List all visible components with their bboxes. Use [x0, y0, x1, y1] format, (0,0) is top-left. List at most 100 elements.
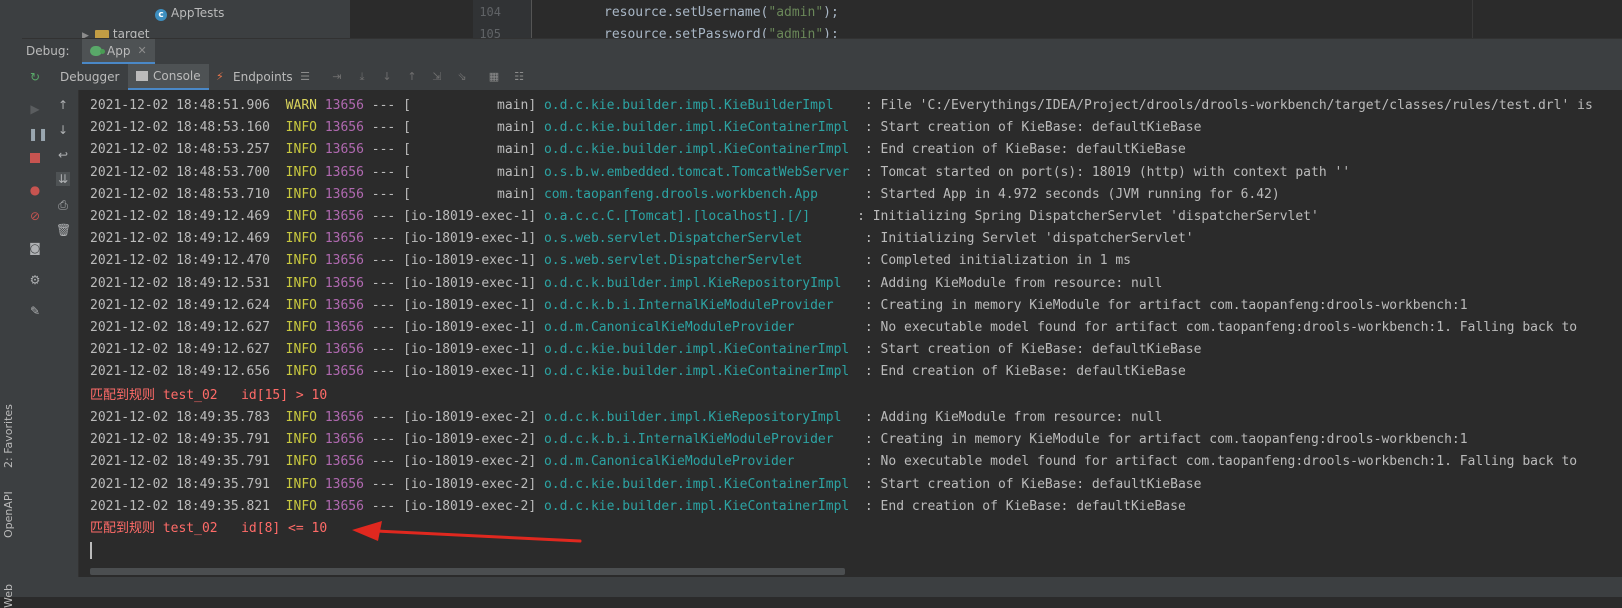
log-thread: [io-18019-exec-2]: [403, 432, 537, 448]
log-line: 2021-12-02 18:48:53.257 INFO 13656 --- […: [90, 139, 1186, 161]
log-thread: [io-18019-exec-2]: [403, 410, 537, 425]
layout-icon[interactable]: ☷: [513, 71, 525, 83]
debug-label: Debug:: [26, 44, 70, 58]
log-timestamp: 2021-12-02 18:49:35.821: [90, 498, 271, 514]
run-config-tab-label: App: [107, 43, 131, 58]
log-separator: ---: [371, 364, 396, 380]
run-config-tab-app[interactable]: App ✕: [82, 39, 155, 64]
web-tool-button[interactable]: Web: [2, 558, 20, 608]
editor-strip: c AppTests ▶ target 104 105 resource.setUs…: [0, 0, 1622, 38]
editor-split-space: [350, 0, 473, 38]
log-message: : No executable model found for artifact…: [864, 320, 1578, 335]
close-icon[interactable]: ✕: [137, 44, 146, 57]
log-logger: o.d.c.k.b.i.InternalKieModuleProvider: [543, 432, 858, 448]
log-level: INFO: [285, 209, 317, 224]
log-separator: ---: [371, 142, 396, 158]
code-editor[interactable]: resource.setUsername("admin"); resource.…: [532, 0, 1472, 38]
log-line: 2021-12-02 18:49:12.469 INFO 13656 --- […: [90, 206, 1319, 228]
view-breakpoints-icon[interactable]: ●: [28, 183, 42, 197]
console-output[interactable]: 2021-12-02 18:48:51.906 WARN 13656 --- […: [79, 90, 1622, 577]
log-level: INFO: [285, 142, 317, 158]
tab-endpoints[interactable]: ⚡ Endpoints: [208, 64, 301, 90]
log-pid: 13656: [324, 142, 364, 158]
log-message: : Adding KieModule from resource: null: [864, 275, 1163, 291]
up-arrow-icon[interactable]: ↑: [56, 98, 70, 112]
log-line: 2021-12-02 18:49:35.821 INFO 13656 --- […: [90, 496, 1186, 518]
log-pid: 13656: [324, 342, 364, 358]
drop-frame-icon[interactable]: ⇲: [431, 71, 443, 83]
step-over-icon[interactable]: ⤓: [356, 71, 368, 83]
log-message: : Completed initialization in 1 ms: [864, 253, 1131, 269]
scroll-to-end-icon[interactable]: ⇊: [56, 172, 70, 186]
log-message: : Start creation of KieBase: defaultKieB…: [864, 120, 1202, 136]
stop-icon[interactable]: [28, 152, 42, 166]
log-separator: ---: [371, 410, 396, 425]
trash-icon[interactable]: 🗑: [56, 223, 71, 237]
line-number: 104: [479, 5, 501, 19]
openapi-tool-button[interactable]: OpenAPI: [2, 478, 20, 538]
tree-item-target[interactable]: ▶ target: [82, 27, 149, 38]
log-message: : Initializing Spring DispatcherServlet …: [857, 209, 1319, 224]
log-level: INFO: [285, 410, 317, 425]
log-thread: [io-18019-exec-2]: [403, 498, 537, 514]
project-tree: c AppTests ▶ target: [22, 0, 351, 38]
horizontal-scrollbar[interactable]: [90, 568, 845, 575]
print-icon[interactable]: ⎙: [56, 198, 70, 212]
line-number: 105: [479, 27, 501, 38]
code-line: resource.setPassword("admin");: [604, 27, 839, 38]
log-thread: [io-18019-exec-1]: [403, 364, 537, 380]
log-separator: ---: [371, 186, 396, 202]
tab-label: Endpoints: [233, 70, 293, 84]
log-level: INFO: [285, 297, 317, 313]
log-logger: o.d.c.kie.builder.impl.KieContainerImpl: [543, 364, 858, 380]
log-logger: o.d.m.CanonicalKieModuleProvider: [543, 454, 858, 470]
log-timestamp: 2021-12-02 18:48:53.160: [90, 120, 271, 136]
log-logger: o.d.m.CanonicalKieModuleProvider: [543, 320, 858, 335]
soft-wrap-icon[interactable]: ↩: [56, 148, 70, 162]
log-pid: 13656: [324, 410, 364, 425]
log-level: INFO: [285, 454, 317, 470]
log-logger: o.d.c.k.builder.impl.KieRepositoryImpl: [543, 275, 858, 291]
log-separator: ---: [371, 320, 396, 335]
log-pid: 13656: [324, 231, 364, 247]
show-execution-point-icon[interactable]: ⇥: [331, 71, 343, 83]
mute-breakpoints-icon[interactable]: ⊘: [28, 209, 42, 223]
pin-icon[interactable]: ✎: [28, 304, 42, 318]
camera-icon[interactable]: ◙: [28, 241, 42, 255]
evaluate-icon[interactable]: ▦: [488, 71, 500, 83]
log-timestamp: 2021-12-02 18:49:35.783: [90, 410, 271, 425]
rerun-icon[interactable]: ↻: [28, 70, 42, 84]
step-into-icon[interactable]: ↓: [381, 71, 393, 83]
favorites-tool-button[interactable]: 2: Favorites: [2, 388, 20, 468]
log-separator: ---: [371, 342, 396, 358]
log-message: : Started App in 4.972 seconds (JVM runn…: [864, 186, 1280, 202]
code-line: resource.setUsername("admin");: [604, 5, 839, 20]
step-out-icon[interactable]: ↑: [406, 71, 418, 83]
tab-debugger[interactable]: Debugger: [52, 64, 127, 90]
debug-tab-bar: Debugger Console ⚡ Endpoints ☰ ⇥ ⤓ ↓ ↑ ⇲…: [48, 64, 1622, 91]
debug-actions-toolbar: ↻ ▶ ❚❚ ● ⊘ ◙ ⚙ ✎: [22, 64, 49, 597]
down-arrow-icon[interactable]: ↓: [56, 123, 70, 137]
log-timestamp: 2021-12-02 18:49:12.627: [90, 342, 271, 358]
tree-item-apptests[interactable]: c AppTests: [155, 6, 224, 21]
pause-icon[interactable]: ❚❚: [28, 127, 48, 141]
log-message: : Start creation of KieBase: defaultKieB…: [864, 342, 1202, 358]
log-line: 2021-12-02 18:49:12.627 INFO 13656 --- […: [90, 339, 1201, 361]
tab-console[interactable]: Console: [128, 64, 209, 90]
log-level: INFO: [285, 342, 317, 358]
rule-match-line: 匹配到规则 test_02 id[8] <= 10: [90, 521, 328, 536]
log-pid: 13656: [324, 364, 364, 380]
resume-icon[interactable]: ▶: [28, 102, 42, 116]
log-thread: [io-18019-exec-1]: [403, 275, 537, 291]
log-separator: ---: [371, 432, 396, 448]
run-to-cursor-icon[interactable]: ⇘: [456, 71, 468, 83]
log-thread: [io-18019-exec-1]: [403, 342, 537, 358]
settings-icon[interactable]: ⚙: [28, 273, 42, 287]
test-class-icon: c: [155, 9, 167, 21]
expand-arrow-icon[interactable]: ▶: [82, 31, 89, 38]
log-pid: 13656: [324, 476, 364, 492]
menu-icon[interactable]: ☰: [299, 71, 311, 83]
log-thread: [io-18019-exec-1]: [403, 320, 537, 335]
log-timestamp: 2021-12-02 18:49:12.531: [90, 275, 271, 291]
log-message: : Initializing Servlet 'dispatcherServle…: [864, 231, 1194, 247]
